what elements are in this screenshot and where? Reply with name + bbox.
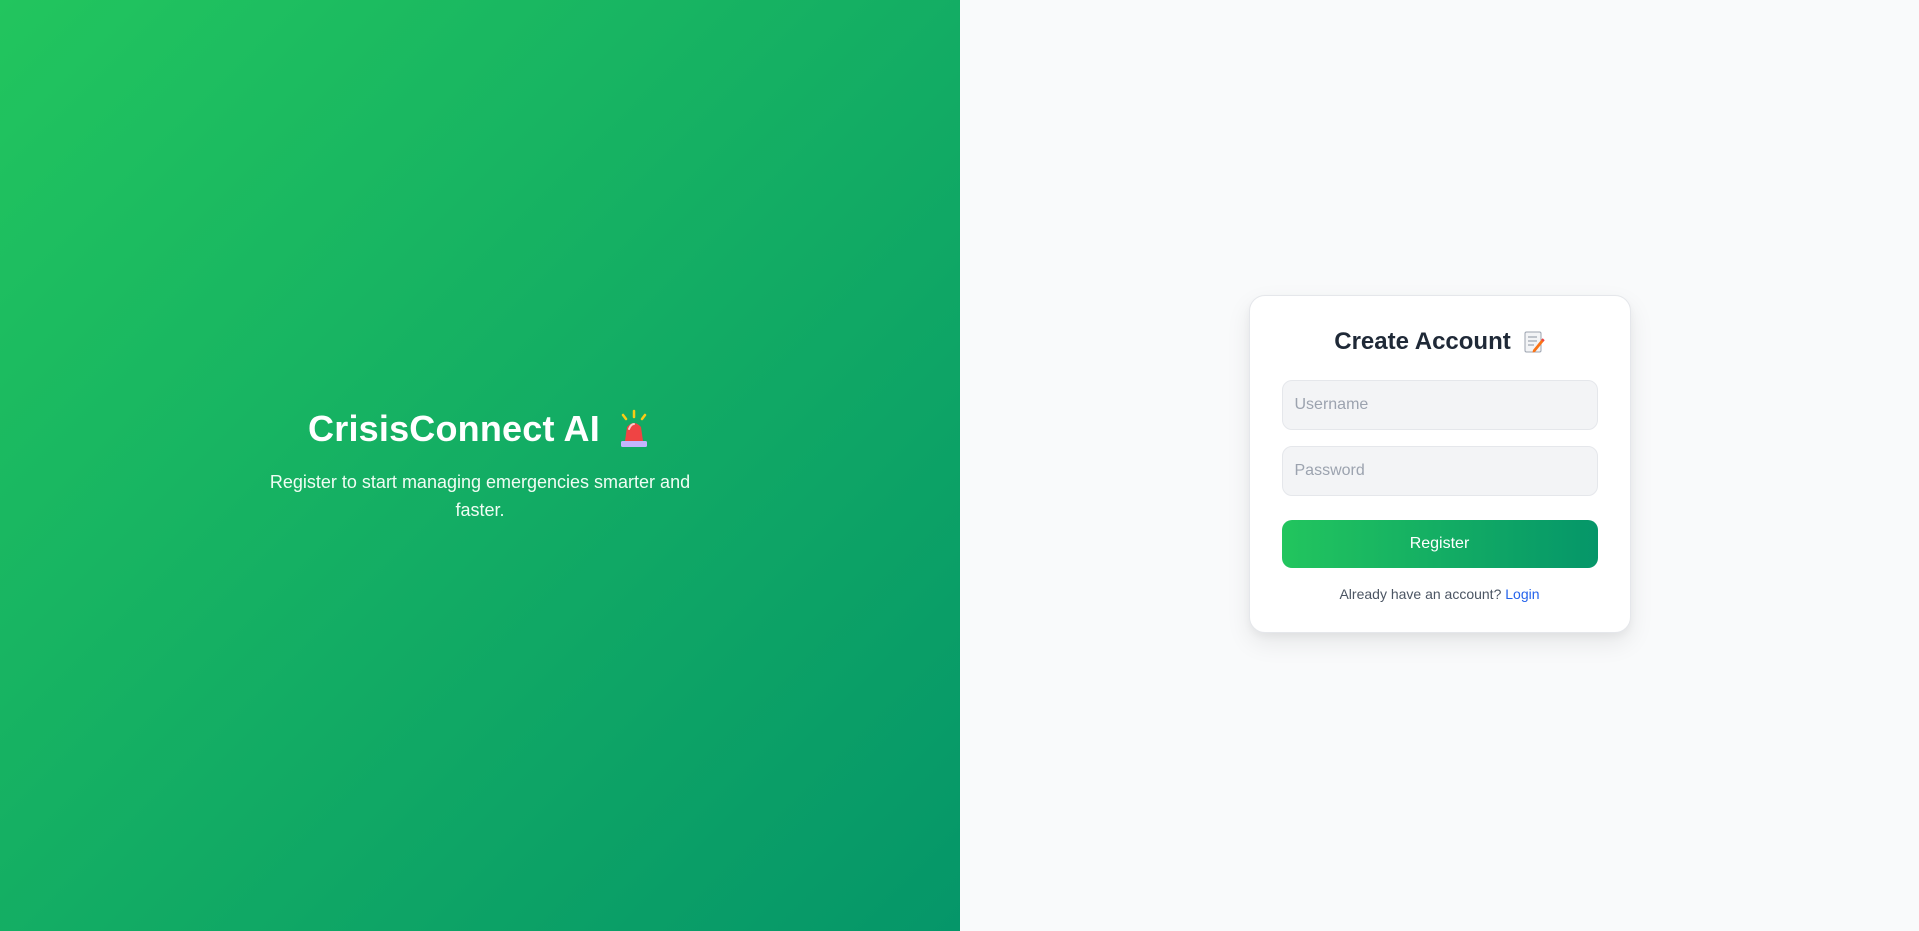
password-input[interactable] bbox=[1281, 446, 1598, 496]
login-prompt-line: Already have an account? Login bbox=[1282, 586, 1598, 602]
register-button[interactable]: Register bbox=[1281, 520, 1598, 568]
login-link[interactable]: Login bbox=[1505, 586, 1539, 602]
page: CrisisConnect AI Register to start manag… bbox=[0, 0, 1919, 931]
hero-panel: CrisisConnect AI Register to start manag… bbox=[0, 0, 960, 931]
username-input[interactable] bbox=[1281, 380, 1598, 430]
login-prompt-text: Already have an account? bbox=[1339, 586, 1502, 602]
app-title: CrisisConnect AI bbox=[308, 407, 600, 449]
register-card: Create Account Register Already have bbox=[1248, 295, 1631, 633]
card-title: Create Account bbox=[1282, 328, 1598, 356]
hero-subtitle: Register to start managing emergencies s… bbox=[269, 471, 691, 520]
memo-icon bbox=[1523, 330, 1545, 354]
siren-icon bbox=[616, 409, 652, 449]
card-title-text: Create Account bbox=[1334, 328, 1511, 355]
hero-title: CrisisConnect AI bbox=[308, 408, 652, 450]
form-panel: Create Account Register Already have bbox=[960, 0, 1919, 931]
